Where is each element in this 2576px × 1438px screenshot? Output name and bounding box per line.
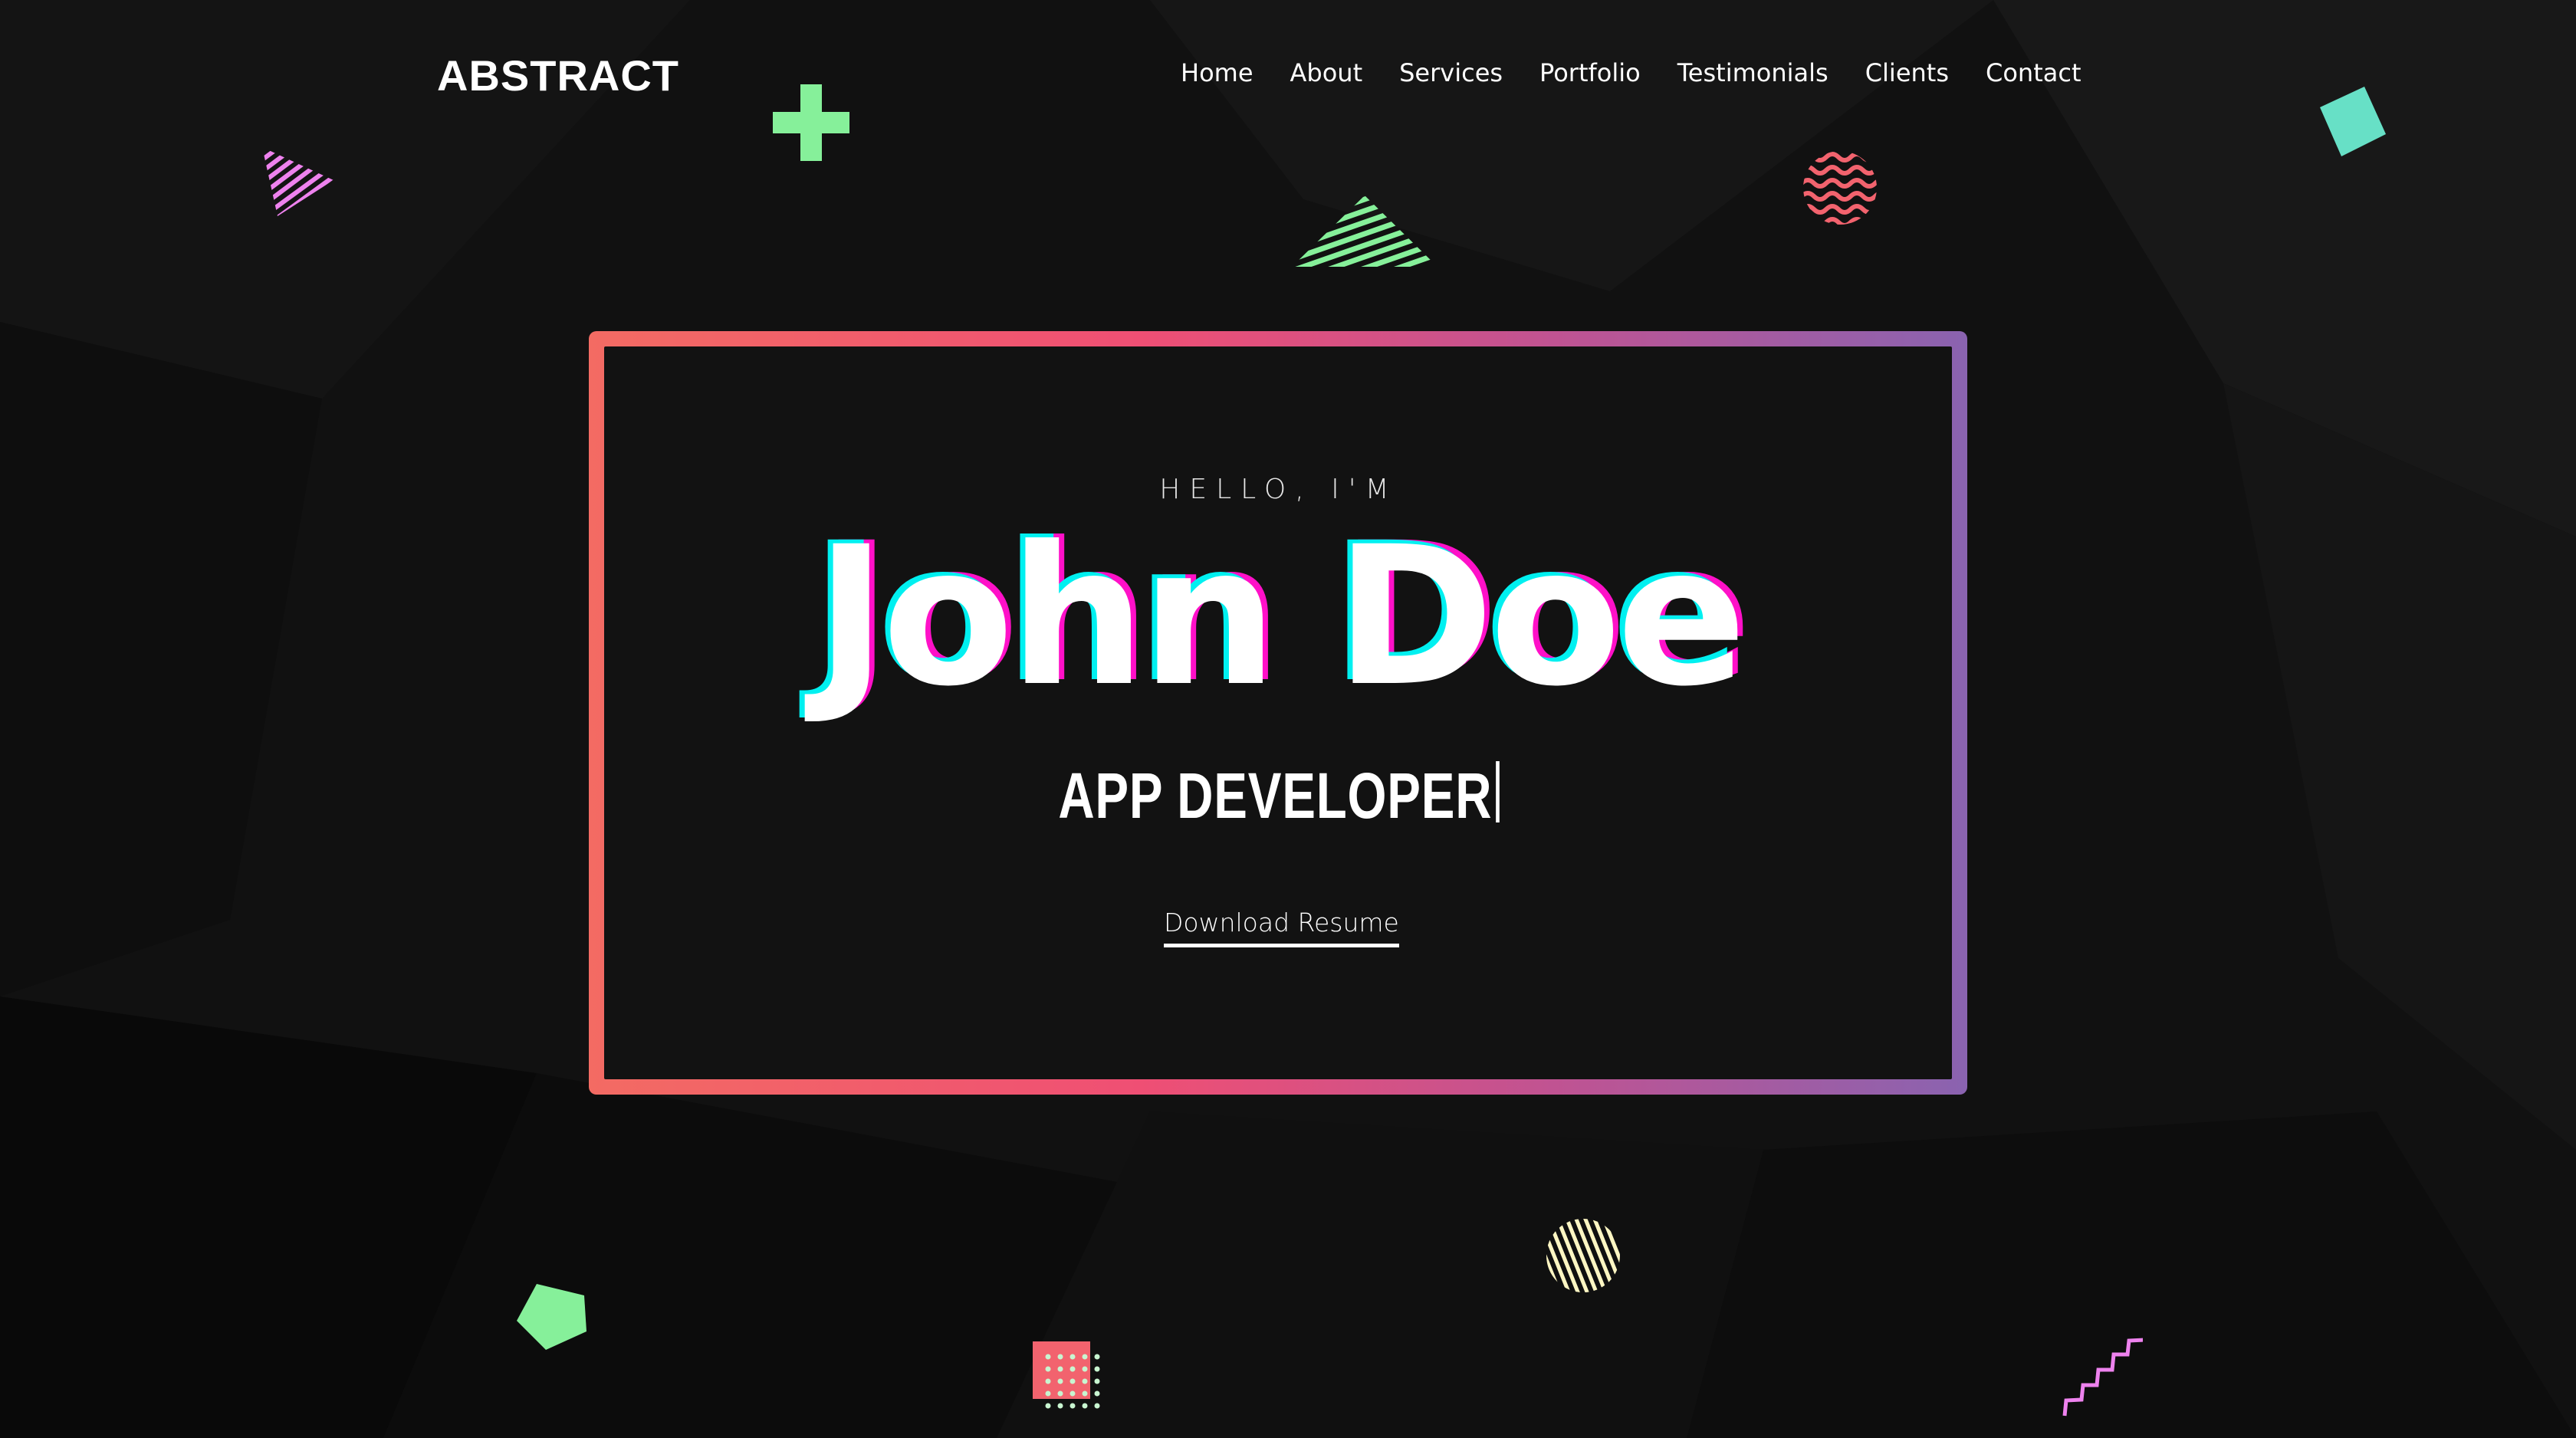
nav-about[interactable]: About <box>1290 58 1363 87</box>
nav-portfolio[interactable]: Portfolio <box>1539 58 1641 87</box>
download-resume-button[interactable]: Download Resume <box>1164 908 1399 947</box>
striped-circle-icon <box>1546 1219 1620 1292</box>
square-icon <box>2320 87 2386 156</box>
main-nav: Home About Services Portfolio Testimonia… <box>1181 58 2118 87</box>
nav-services[interactable]: Services <box>1399 58 1503 87</box>
nav-clients[interactable]: Clients <box>1865 58 1949 87</box>
dotted-square-icon <box>1033 1341 1100 1409</box>
wavy-circle-icon <box>1803 152 1877 225</box>
hero-name: John Doe <box>815 505 1747 728</box>
nav-home[interactable]: Home <box>1181 58 1254 87</box>
site-logo[interactable]: ABSTRACT <box>437 51 679 100</box>
hero-greeting: HELLO, I'M <box>1159 474 1398 505</box>
zigzag-stairs-icon <box>2062 1338 2143 1417</box>
typing-cursor <box>1496 761 1500 822</box>
nav-testimonials[interactable]: Testimonials <box>1677 58 1829 87</box>
striped-triangle-icon <box>1292 195 1438 267</box>
hero-role-text: APP DEVELOPER <box>1058 760 1493 832</box>
striped-triangle-icon <box>262 147 334 216</box>
plus-icon <box>773 84 849 161</box>
pentagon-icon <box>517 1284 586 1350</box>
hero-role: APP DEVELOPER <box>281 759 2276 833</box>
nav-contact[interactable]: Contact <box>1986 58 2082 87</box>
